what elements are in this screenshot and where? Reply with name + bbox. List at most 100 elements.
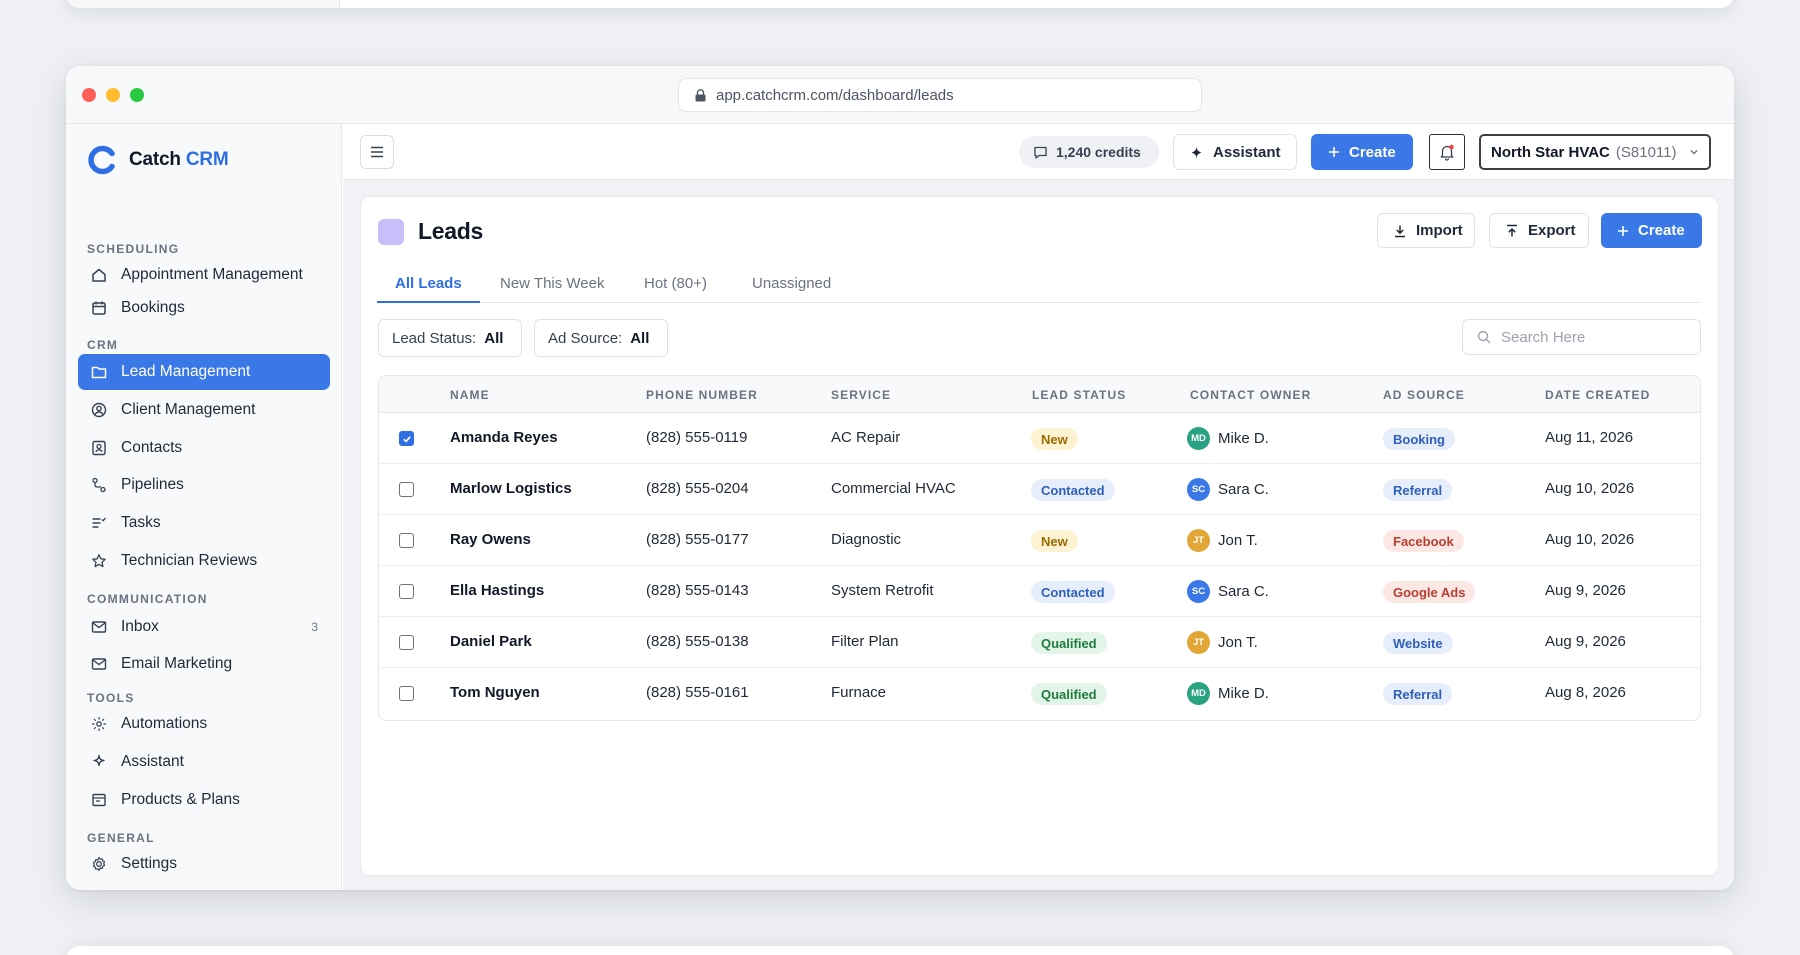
contact-owner: JT Jon T. (1187, 529, 1258, 552)
column-header-lead-status[interactable]: LEAD STATUS (1032, 388, 1126, 402)
sidebar-item-pipelines[interactable]: Pipelines (78, 467, 330, 503)
contact-owner-name: Mike D. (1218, 685, 1269, 702)
column-header-contact-owner[interactable]: CONTACT OWNER (1190, 388, 1311, 402)
nav-section-communication: COMMUNICATION (87, 592, 208, 606)
create-button[interactable]: Create (1311, 134, 1413, 170)
sidebar-item-tasks[interactable]: Tasks (78, 505, 330, 541)
export-button[interactable]: Export (1489, 213, 1589, 248)
filter-label: Ad Source: (548, 329, 623, 347)
tab-all-leads[interactable]: All Leads (377, 275, 480, 303)
lead-service: AC Repair (831, 429, 901, 446)
lead-status-badge: Qualified (1031, 683, 1107, 705)
sidebar-item-technician-reviews[interactable]: Technician Reviews (78, 543, 330, 579)
table-row[interactable]: Amanda Reyes (828) 555-0119 AC Repair Ne… (379, 413, 1700, 464)
tab-unassigned[interactable]: Unassigned (752, 275, 831, 303)
create-lead-button[interactable]: Create (1601, 213, 1702, 248)
ad-source-filter[interactable]: Ad Source: All (534, 319, 668, 357)
sidebar-item-products-plans[interactable]: Products & Plans (78, 782, 330, 818)
table-row[interactable]: Marlow Logistics (828) 555-0204 Commerci… (379, 464, 1700, 515)
avatar: JT (1187, 529, 1210, 552)
sidebar-item-settings[interactable]: Settings (78, 846, 330, 882)
sidebar-item-label: Lead Management (121, 363, 251, 380)
minimize-window-button[interactable] (106, 88, 120, 102)
row-checkbox[interactable] (399, 482, 414, 497)
account-id: (S81011) (1615, 143, 1677, 161)
row-checkbox[interactable] (399, 431, 414, 446)
contact-owner: SC Sara C. (1187, 478, 1269, 501)
contact-owner-name: Jon T. (1218, 532, 1258, 549)
sidebar-item-automations[interactable]: Automations (78, 706, 330, 742)
lead-phone: (828) 555-0138 (646, 633, 749, 650)
mail-icon (90, 618, 108, 636)
lead-name[interactable]: Marlow Logistics (450, 480, 572, 497)
contact-owner-name: Sara C. (1218, 583, 1269, 600)
sidebar-item-client-management[interactable]: Client Management (78, 392, 330, 428)
table-row[interactable]: Ray Owens (828) 555-0177 Diagnostic New … (379, 515, 1700, 566)
address-bar[interactable]: app.catchcrm.com/dashboard/leads (678, 78, 1202, 112)
lead-phone: (828) 555-0143 (646, 582, 749, 599)
credits-pill[interactable]: 1,240 credits (1019, 136, 1159, 168)
assistant-label: Assistant (1213, 143, 1281, 161)
credits-label: 1,240 credits (1056, 144, 1141, 160)
star-icon (90, 552, 108, 570)
download-icon (1395, 225, 1405, 237)
sidebar-item-label: Tasks (121, 514, 161, 531)
upload-icon (1507, 224, 1517, 236)
lead-status-filter[interactable]: Lead Status: All (378, 319, 522, 357)
row-checkbox[interactable] (399, 584, 414, 599)
sidebar-item-email-marketing[interactable]: Email Marketing (78, 646, 330, 682)
sidebar-item-inbox[interactable]: Inbox 3 (78, 609, 330, 645)
table-row[interactable]: Daniel Park (828) 555-0138 Filter Plan Q… (379, 617, 1700, 668)
products-icon (90, 791, 108, 809)
assistant-button[interactable]: Assistant (1173, 134, 1297, 170)
logo[interactable]: Catch CRM (87, 144, 229, 176)
calendar-icon (90, 299, 108, 317)
import-label: Import (1416, 222, 1463, 239)
sidebar-item-appointment-management[interactable]: Appointment Management (78, 257, 330, 293)
contact-card-icon (90, 439, 108, 457)
tab-new-this-week[interactable]: New This Week (500, 275, 604, 303)
lead-name[interactable]: Ella Hastings (450, 582, 544, 599)
sidebar-item-bookings[interactable]: Bookings (78, 290, 330, 326)
sidebar-item-assistant[interactable]: Assistant (78, 744, 330, 780)
lead-tabs: All Leads New This Week Hot (80+) Unassi… (377, 263, 1701, 303)
hamburger-icon (371, 146, 383, 158)
sidebar-item-lead-management[interactable]: Lead Management (78, 354, 330, 390)
lead-name[interactable]: Daniel Park (450, 633, 532, 650)
nav-section-crm: CRM (87, 338, 119, 352)
nav-section-tools: TOOLS (87, 691, 135, 705)
lead-name[interactable]: Tom Nguyen (450, 684, 540, 701)
tab-hot[interactable]: Hot (80+) (644, 275, 707, 303)
row-checkbox[interactable] (399, 686, 414, 701)
sidebar-item-contacts[interactable]: Contacts (78, 430, 330, 466)
bell-icon (1440, 144, 1454, 161)
sidebar-item-label: Products & Plans (121, 791, 240, 808)
table-row[interactable]: Tom Nguyen (828) 555-0161 Furnace Qualif… (379, 668, 1700, 719)
lead-service: System Retrofit (831, 582, 934, 599)
sidebar-item-label: Client Management (121, 401, 256, 418)
maximize-window-button[interactable] (130, 88, 144, 102)
lead-phone: (828) 555-0161 (646, 684, 749, 701)
sidebar-item-label: Inbox (121, 618, 159, 635)
ad-source-badge: Facebook (1383, 530, 1464, 552)
lead-name[interactable]: Ray Owens (450, 531, 531, 548)
column-header-name[interactable]: NAME (450, 388, 490, 402)
column-header-phone[interactable]: PHONE NUMBER (646, 388, 758, 402)
import-button[interactable]: Import (1377, 213, 1475, 248)
plus-icon (1618, 225, 1628, 236)
close-window-button[interactable] (82, 88, 96, 102)
table-row[interactable]: Ella Hastings (828) 555-0143 System Retr… (379, 566, 1700, 617)
column-header-ad-source[interactable]: AD SOURCE (1383, 388, 1465, 402)
column-header-service[interactable]: SERVICE (831, 388, 891, 402)
notifications-button[interactable] (1429, 134, 1465, 170)
account-switcher[interactable]: North Star HVAC (S81011) (1479, 134, 1711, 170)
mail-icon (90, 655, 108, 673)
row-checkbox[interactable] (399, 635, 414, 650)
search-input[interactable]: Search Here (1462, 319, 1701, 355)
menu-toggle-button[interactable] (360, 135, 394, 169)
row-checkbox[interactable] (399, 533, 414, 548)
ad-source-badge: Website (1383, 632, 1453, 654)
browser-titlebar: app.catchcrm.com/dashboard/leads (66, 66, 1734, 124)
column-header-date-created[interactable]: DATE CREATED (1545, 388, 1650, 402)
lead-name[interactable]: Amanda Reyes (450, 429, 558, 446)
